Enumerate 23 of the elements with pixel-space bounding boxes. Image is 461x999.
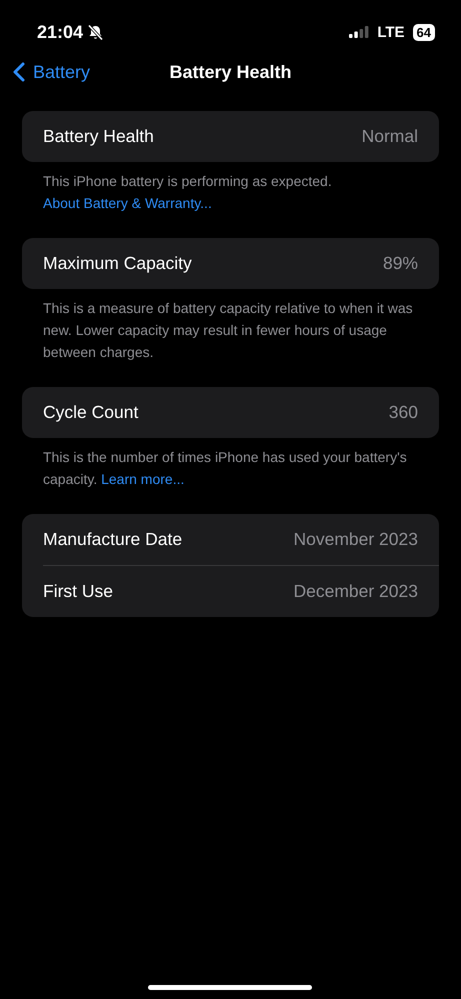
footer-link[interactable]: Learn more...	[101, 471, 184, 487]
back-button[interactable]: Battery	[0, 60, 96, 84]
row-label: Cycle Count	[43, 402, 138, 423]
signal-icon	[349, 26, 370, 38]
row-value: 89%	[382, 253, 418, 274]
footer-note: This is a measure of battery capacity relative to when it was new. Lower capacity may result in fewer hours of usage between charges.	[42, 299, 414, 362]
battery-level: 64	[412, 24, 435, 40]
network-label: LTE	[377, 24, 405, 40]
row-value: December 2023	[293, 581, 418, 602]
footer-note: This is the number of times iPhone has used your battery's capacity. Learn more...	[42, 448, 408, 489]
footer-link[interactable]: About Battery & Warranty...	[43, 195, 212, 211]
row-value: 360	[388, 402, 418, 423]
row-label: Manufacture Date	[43, 529, 182, 550]
row-label: Battery Health	[43, 126, 154, 147]
muted-bell-icon	[87, 24, 104, 40]
chevron-left-icon	[13, 62, 25, 82]
row-label: First Use	[43, 581, 113, 602]
row-value: Normal	[362, 126, 418, 147]
footer-note: This iPhone battery is performing as expected. About Battery & Warranty...	[42, 172, 333, 213]
status-time: 21:04	[37, 22, 84, 42]
row-value: November 2023	[293, 529, 418, 550]
page-title: Battery Health	[169, 62, 292, 82]
row-label: Maximum Capacity	[43, 253, 192, 274]
